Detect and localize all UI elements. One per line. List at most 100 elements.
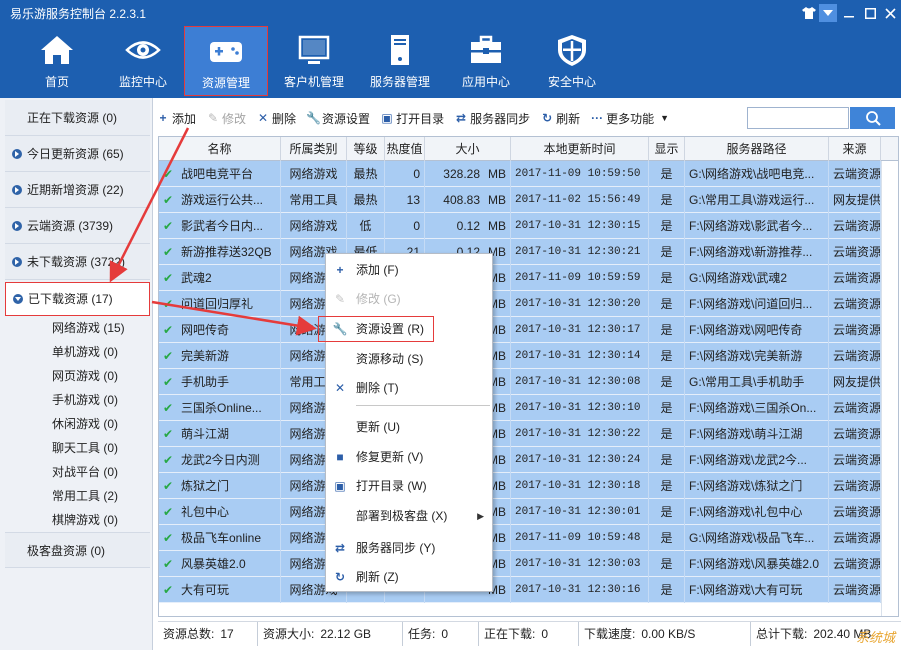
table-cell: 2017-10-31 12:30:16 <box>511 577 649 603</box>
table-row[interactable]: ✔ 网吧传奇 网络游戏 MB 2017-10-31 12:30:17 是 F:\网络游戏\网… <box>159 317 881 343</box>
add-button[interactable]: + 添加 <box>156 110 196 127</box>
table-cell: 是 <box>649 473 685 499</box>
status-label: 资源总数: <box>163 626 215 641</box>
nav-home[interactable]: 首页 <box>15 26 99 96</box>
table-row[interactable]: ✔ 问道回归厚礼 网络游戏 MB 2017-10-31 12:30:20 是 F:\网络游戏… <box>159 291 881 317</box>
column-header[interactable]: 所属类别 <box>281 137 347 161</box>
context-menu-item[interactable]: ▣ 打开目录 (W) <box>326 472 492 500</box>
expand-icon[interactable] <box>12 257 22 267</box>
table-cell: 最热 <box>347 187 385 213</box>
resource-settings-button[interactable]: 🔧 资源设置 <box>306 110 370 127</box>
expand-icon[interactable] <box>12 221 22 231</box>
table-row[interactable]: ✔ 炼狱之门 网络游戏 MB 2017-10-31 12:30:18 是 F:\网络游戏\炼… <box>159 473 881 499</box>
column-header[interactable]: 热度值 <box>385 137 425 161</box>
skin-icon[interactable] <box>800 4 818 22</box>
table-cell: 云端资源 <box>829 577 881 603</box>
nav-app-center[interactable]: 应用中心 <box>444 26 528 96</box>
context-menu-item[interactable]: ✕ 删除 (T) <box>326 374 492 402</box>
column-header[interactable]: 名称 <box>159 137 281 161</box>
sidebar-item-downloaded[interactable]: 已下载资源 (17) <box>5 282 150 316</box>
server-sync-button[interactable]: ⇄ 服务器同步 <box>454 110 530 127</box>
table-row[interactable]: ✔ 游戏运行公共... 常用工具 最热 13 408.83 MB 2017-11-02 15:… <box>159 187 881 213</box>
check-icon: ✔ <box>163 583 174 597</box>
dropdown-menu-icon[interactable] <box>819 4 837 22</box>
expand-icon[interactable] <box>12 149 22 159</box>
column-header[interactable]: 大小 <box>425 137 511 161</box>
resource-name: 新游推荐送32QB <box>181 245 272 259</box>
table-row[interactable]: ✔ 大有可玩 网络游戏 MB 2017-10-31 12:30:16 是 F:\网络游戏\大… <box>159 577 881 603</box>
sidebar-subitem-web-games[interactable]: 网页游戏 (0) <box>38 364 148 388</box>
open-directory-button[interactable]: ▣ 打开目录 <box>380 110 444 127</box>
table-cell: 云端资源 <box>829 447 881 473</box>
nav-resource-management[interactable]: 资源管理 <box>184 26 268 96</box>
nav-server-management[interactable]: 服务器管理 <box>358 26 442 96</box>
context-menu-item[interactable]: + 添加 (F) <box>326 256 492 284</box>
table-row[interactable]: ✔ 龙武2今日内测 网络游戏 MB 2017-10-31 12:30:24 是 F:\网络游… <box>159 447 881 473</box>
resource-name: 战吧电竞平台 <box>181 167 254 181</box>
column-header[interactable]: 等级 <box>347 137 385 161</box>
sidebar-subitem-casual-games[interactable]: 休闲游戏 (0) <box>38 412 148 436</box>
context-menu-item[interactable]: 资源移动 (S) <box>326 345 492 373</box>
context-menu-item[interactable]: ✎ 修改 (G) <box>326 285 492 313</box>
table-cell: F:\网络游戏\风暴英雄2.0 <box>685 551 829 577</box>
sidebar-subitem-single-games[interactable]: 单机游戏 (0) <box>38 340 148 364</box>
expand-icon[interactable] <box>12 185 22 195</box>
table-row[interactable]: ✔ 武魂2 网络游戏 MB 2017-11-09 10:59:59 是 G:\网络游戏\武魂… <box>159 265 881 291</box>
sidebar-item-label: 云端资源 (3739) <box>27 219 114 233</box>
nav-security-center[interactable]: 安全中心 <box>530 26 614 96</box>
context-menu-item[interactable]: ■ 修复更新 (V) <box>326 443 492 471</box>
close-icon[interactable] <box>881 4 899 22</box>
context-menu-label: 服务器同步 (Y) <box>356 541 436 555</box>
context-menu-item[interactable]: ⇄ 服务器同步 (Y) <box>326 534 492 562</box>
vertical-scrollbar[interactable] <box>881 161 898 616</box>
table-row[interactable]: ✔ 新游推荐送32QB 网络游戏 最低 21 0.12 MB 2017-10-31 12:30… <box>159 239 881 265</box>
search-button[interactable] <box>850 107 895 129</box>
sidebar-subitem-board-games[interactable]: 棋牌游戏 (0) <box>38 508 148 532</box>
sidebar-item-not-downloaded[interactable]: 未下载资源 (3722) <box>5 244 150 280</box>
nav-client-management[interactable]: 客户机管理 <box>272 26 356 96</box>
context-menu-item[interactable]: 更新 (U) <box>326 413 492 441</box>
column-header[interactable]: 来源 <box>829 137 881 161</box>
column-header[interactable]: 服务器路径 <box>685 137 829 161</box>
table-row[interactable]: ✔ 完美新游 网络游戏 MB 2017-10-31 12:30:14 是 F:\网络游戏\完… <box>159 343 881 369</box>
collapse-icon[interactable] <box>13 294 23 304</box>
sidebar-item-geek-disk[interactable]: 极客盘资源 (0) <box>5 532 150 568</box>
edit-button[interactable]: ✎ 修改 <box>206 110 246 127</box>
table-row[interactable]: ✔ 影武者今日内... 网络游戏低 0 0.12 MB 2017-10-31 12:30:1… <box>159 213 881 239</box>
sidebar-item-label: 极客盘资源 (0) <box>27 544 106 558</box>
table-row[interactable]: ✔ 战吧电竞平台 网络游戏 最热 0 328.28 MB 2017-11-09 10:59:5… <box>159 161 881 187</box>
table-row[interactable]: ✔ 萌斗江湖 网络游戏 MB 2017-10-31 12:30:22 是 F:\网络游戏\萌… <box>159 421 881 447</box>
nav-monitor-center[interactable]: 监控中心 <box>101 26 185 96</box>
sidebar-subitem-battle-platform[interactable]: 对战平台 (0) <box>38 460 148 484</box>
minimize-icon[interactable] <box>840 4 858 22</box>
column-header[interactable]: 本地更新时间 <box>511 137 649 161</box>
context-menu: + 添加 (F) ✎ 修改 (G) 🔧 资源设置 (R) 资源移动 (S) ✕ 删除 (T) 更新… <box>325 253 493 592</box>
sidebar-subitem-mobile-games[interactable]: 手机游戏 (0) <box>38 388 148 412</box>
sidebar-item-cloud[interactable]: 云端资源 (3739) <box>5 208 150 244</box>
sidebar-item-downloading[interactable]: 正在下载资源 (0) <box>5 100 150 136</box>
sidebar-item-today-updated[interactable]: 今日更新资源 (65) <box>5 136 150 172</box>
table-row[interactable]: ✔ 风暴英雄2.0 网络游戏 MB 2017-10-31 12:30:03 是 F:\网络游… <box>159 551 881 577</box>
context-menu-item[interactable]: 部署到极客盘 (X) ▶ <box>326 502 492 530</box>
context-menu-item[interactable]: ↻ 刷新 (Z) <box>326 563 492 591</box>
sidebar-subitem-online-games[interactable]: 网络游戏 (15) <box>38 316 148 340</box>
table-row[interactable]: ✔ 手机助手 常用工具 MB 2017-10-31 12:30:08 是 G:\常用工具\手… <box>159 369 881 395</box>
sidebar-item-label: 已下载资源 (17) <box>28 292 113 306</box>
search-input[interactable] <box>747 107 849 129</box>
table-cell: 云端资源 <box>829 395 881 421</box>
table-row[interactable]: ✔ 极品飞车online 网络游戏 MB 2017-11-09 10:59:48 是 G:\… <box>159 525 881 551</box>
delete-button[interactable]: ✕ 删除 <box>256 110 296 127</box>
column-header[interactable]: 显示 <box>649 137 685 161</box>
refresh-button[interactable]: ↻ 刷新 <box>540 110 580 127</box>
x-icon: ✕ <box>334 381 346 395</box>
maximize-icon[interactable] <box>861 4 879 22</box>
table-row[interactable]: ✔ 三国杀Online... 网络游戏 MB 2017-10-31 12:30:10 是 F… <box>159 395 881 421</box>
sidebar-subitem-chat-tools[interactable]: 聊天工具 (0) <box>38 436 148 460</box>
status-bar: 资源总数: 17 资源大小: 22.12 GB 任务: 0 正在下载: 0 下载速度: 0… <box>158 621 901 646</box>
check-icon: ✔ <box>163 271 174 285</box>
sidebar-subitem-common-tools[interactable]: 常用工具 (2) <box>38 484 148 508</box>
table-row[interactable]: ✔ 礼包中心 网络游戏 MB 2017-10-31 12:30:01 是 F:\网络游戏\礼… <box>159 499 881 525</box>
sidebar-item-recent-added[interactable]: 近期新增资源 (22) <box>5 172 150 208</box>
more-functions-button[interactable]: ··· 更多功能 ▼ <box>590 110 669 127</box>
table-cell: G:\网络游戏\武魂2 <box>685 265 829 291</box>
